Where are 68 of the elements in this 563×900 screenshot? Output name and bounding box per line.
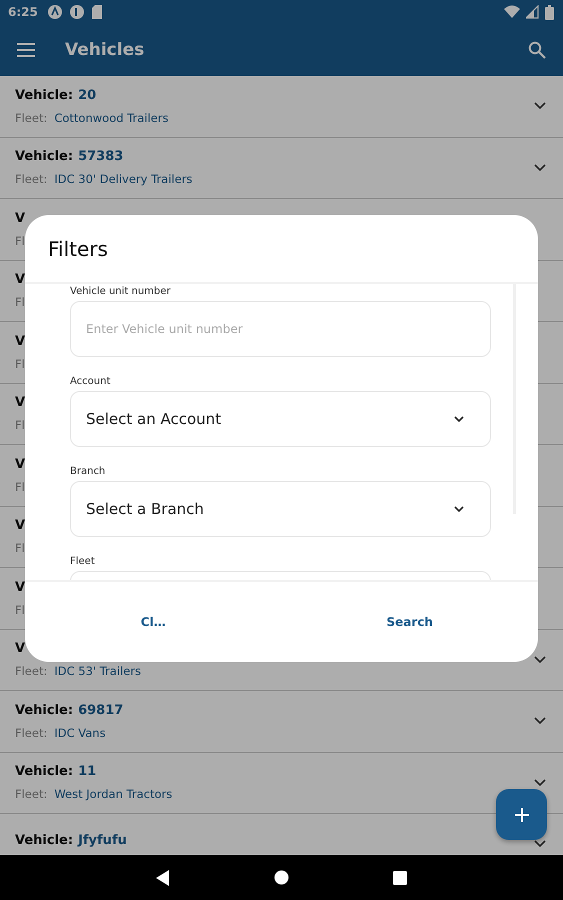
back-icon[interactable] (156, 870, 170, 886)
fleet-label: Fl (15, 480, 25, 494)
signal-icon (526, 5, 539, 19)
dialog-title: Filters (48, 236, 108, 260)
vehicle-number: 57383 (78, 149, 124, 164)
dialog-button[interactable]: Cl… (25, 609, 282, 635)
recents-icon[interactable] (393, 870, 407, 884)
field-label: Fleet (70, 556, 96, 567)
dialog-button[interactable]: Search (282, 609, 538, 635)
vehicle-label: Vehicle: (15, 832, 74, 848)
fleet-label: Fl (15, 295, 25, 310)
menu-icon[interactable] (17, 43, 35, 57)
vehicle-label: Vehicle: (15, 88, 74, 103)
chevron-down-icon (454, 506, 464, 512)
add-button[interactable] (496, 789, 547, 840)
vehicle-label: V (15, 272, 26, 288)
field-label: Vehicle unit number (70, 286, 172, 297)
chevron-down-icon[interactable] (534, 778, 546, 787)
sd-card-icon (90, 4, 103, 20)
fleet-label: Fleet: (15, 172, 48, 186)
wifi-icon (504, 5, 520, 19)
chevron-down-icon[interactable] (534, 102, 546, 110)
vehicle-number: 69817 (78, 702, 124, 718)
fleet-label: Fleet: (15, 726, 48, 740)
fleet-name: Cottonwood Trailers (54, 110, 168, 125)
notification-icon (68, 4, 85, 20)
fleet-name: IDC Vans (54, 726, 106, 740)
chevron-down-icon[interactable] (534, 717, 546, 726)
fleet-label: Fl (15, 602, 25, 617)
vehicle-number: Jfyfufu (78, 832, 127, 848)
vehicle-label: V (15, 518, 26, 534)
app-title: Vehicles (65, 40, 146, 60)
vehicle-number: 11 (78, 764, 96, 780)
fleet-label: Fl (15, 541, 25, 556)
home-icon[interactable] (274, 870, 289, 885)
chevron-down-icon[interactable] (534, 656, 546, 664)
chevron-down-icon (454, 416, 464, 422)
chevron-down-icon[interactable] (534, 840, 546, 848)
notification-icon (46, 4, 63, 20)
vehicle-number: 20 (78, 88, 96, 103)
fleet-label: Fl (15, 356, 25, 371)
fleet-label: Fl (15, 234, 25, 248)
vehicle-label: Vehicle: (15, 702, 74, 718)
fleet-label: Fl (15, 418, 25, 432)
vehicle-label: V (15, 641, 26, 656)
fleet-name: IDC 53' Trailers (54, 664, 142, 678)
dropdown-field[interactable]: Select a Branch (70, 481, 491, 537)
chevron-down-icon[interactable] (534, 164, 546, 172)
vehicle-label: V (15, 395, 26, 410)
vehicle-label: V (15, 456, 26, 472)
field-label: Account (70, 376, 112, 387)
vehicle-label: V (15, 334, 26, 349)
battery-icon (545, 4, 554, 20)
fleet-label: Fleet: (15, 664, 48, 678)
plus-icon (514, 806, 530, 822)
fleet-name: West Jordan Tractors (54, 787, 172, 802)
vehicle-label: V (15, 210, 26, 226)
vehicle-label: V (15, 580, 26, 595)
fleet-label: Fleet: (15, 787, 48, 802)
input-field[interactable]: Enter Vehicle unit number (70, 301, 491, 357)
fleet-name: IDC 30' Delivery Trailers (54, 172, 192, 186)
status-time: 6:25 (8, 5, 38, 19)
fleet-label: Fleet: (15, 110, 48, 125)
vehicle-label: Vehicle: (15, 149, 74, 164)
search-icon[interactable] (528, 41, 546, 59)
field-label: Branch (70, 466, 106, 477)
vehicle-label: Vehicle: (15, 764, 74, 780)
dropdown-field[interactable]: Select an Account (70, 391, 491, 447)
